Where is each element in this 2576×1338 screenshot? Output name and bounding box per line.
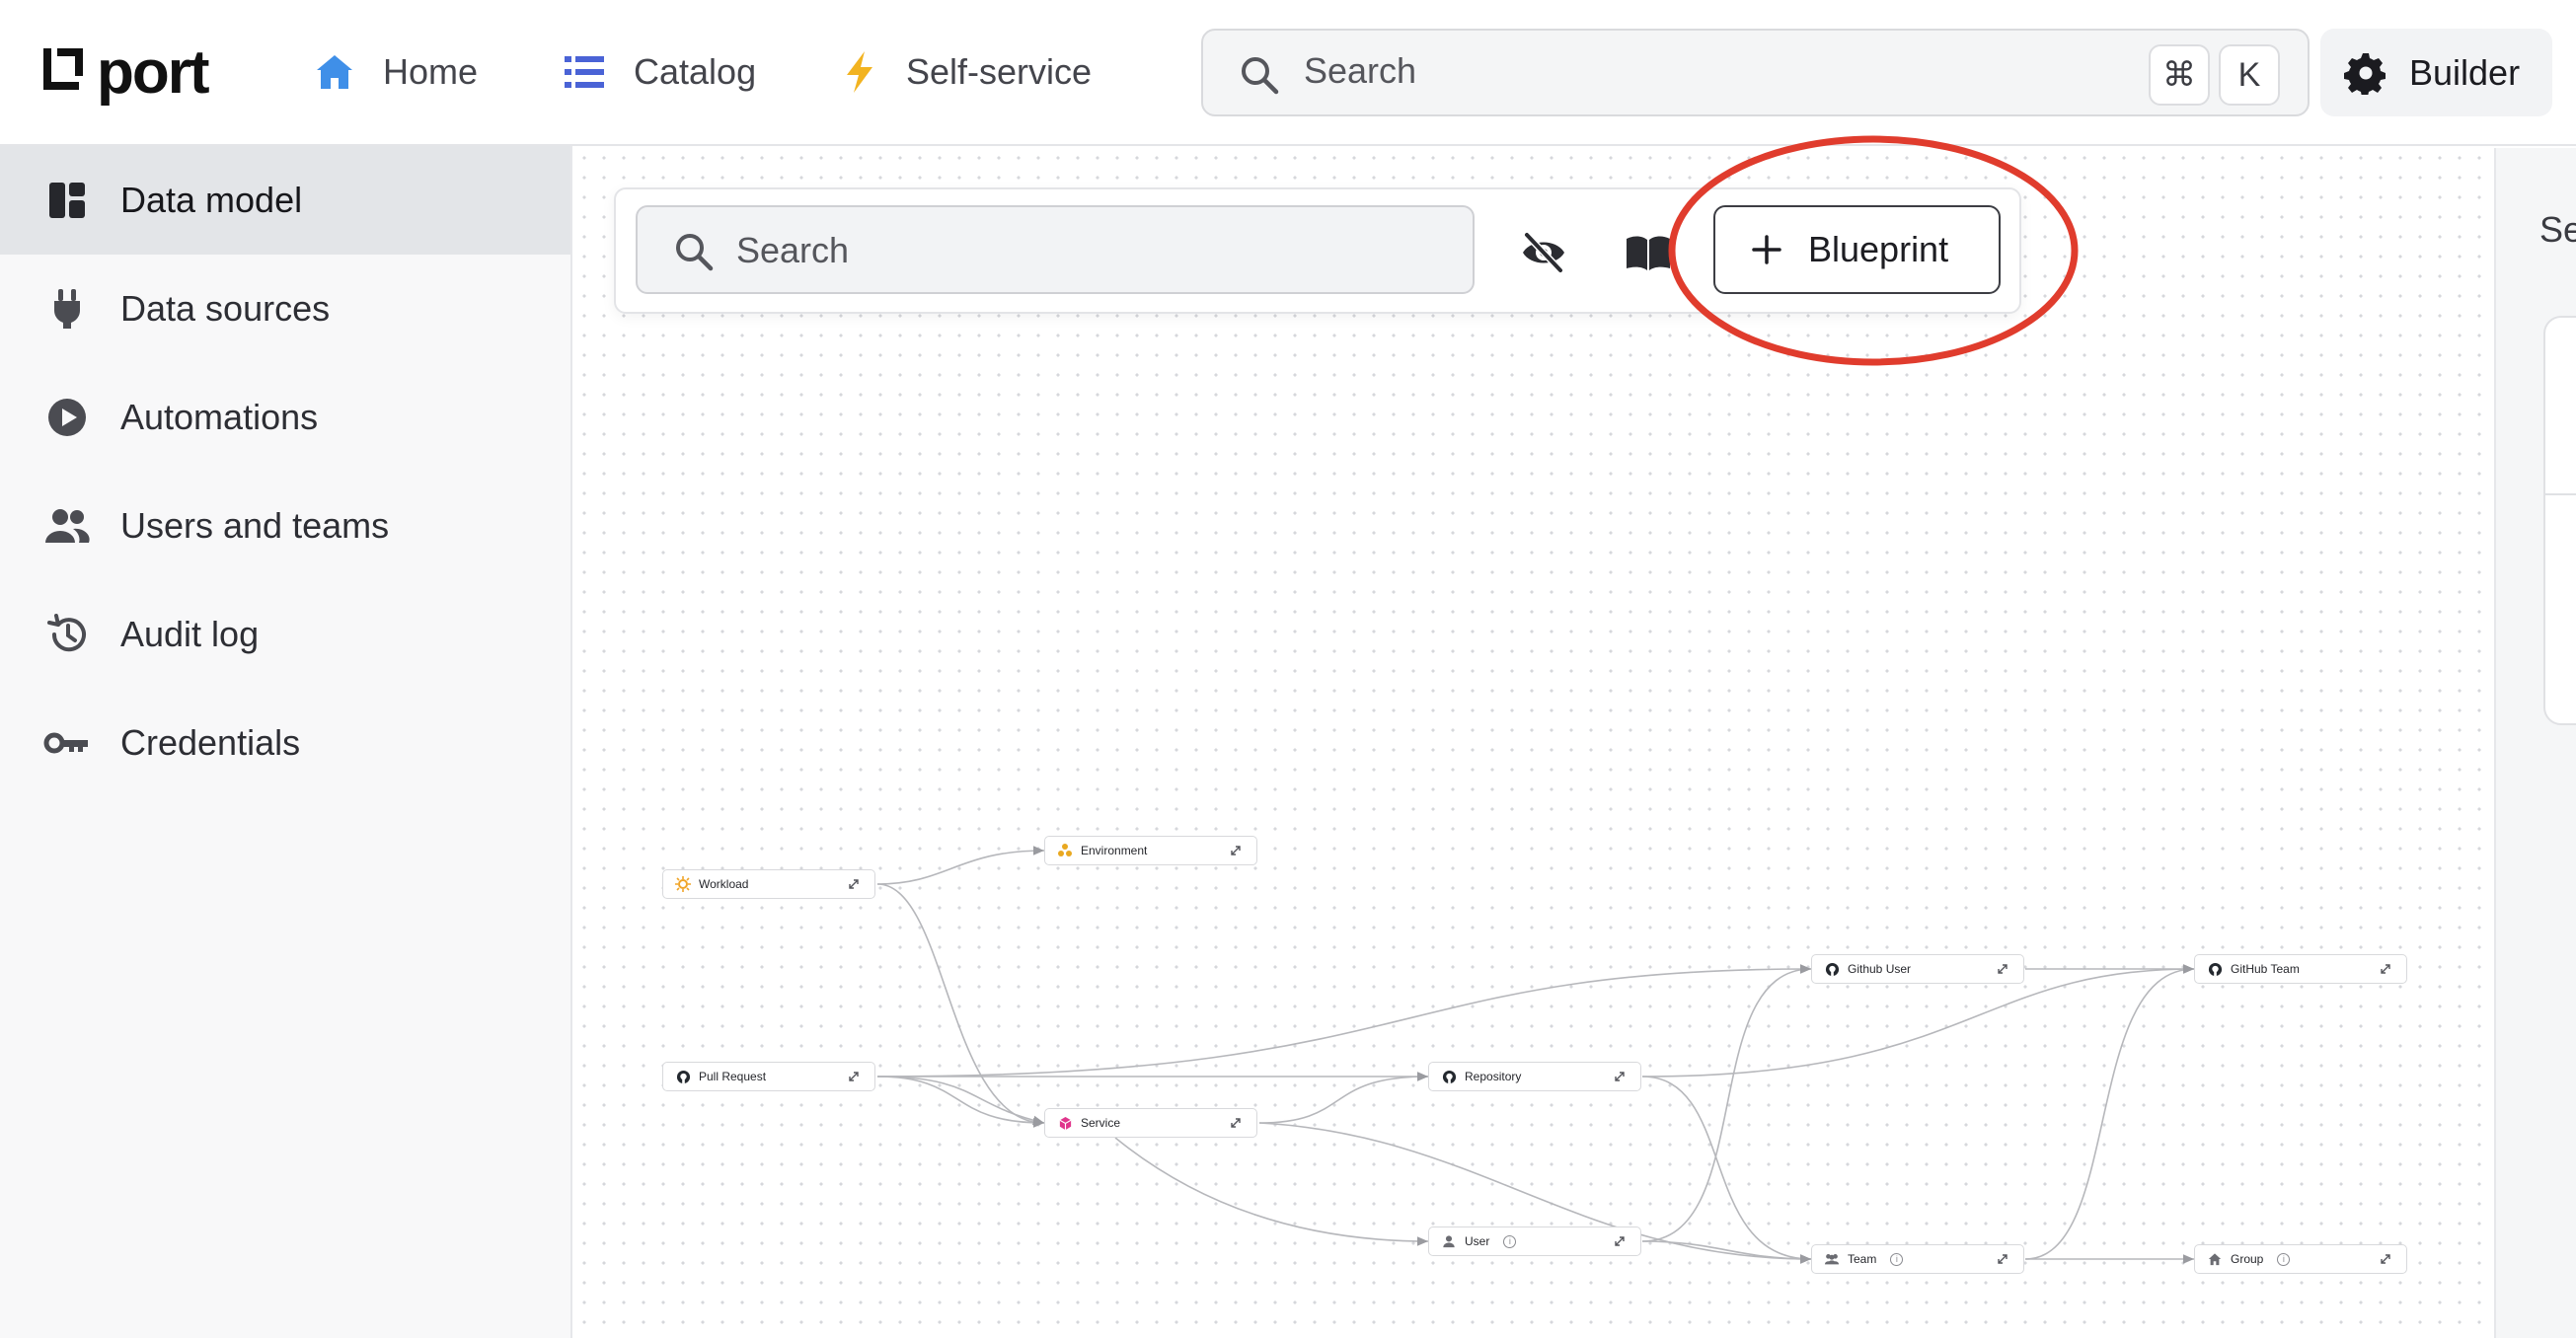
global-search-input[interactable]: Search ⌘ K [1201,29,2310,116]
blueprint-node-github-team[interactable]: GitHub Team [2194,954,2407,984]
node-label: Service [1081,1116,1121,1130]
global-search-placeholder: Search [1304,50,1417,91]
node-label: GitHub Team [2231,962,2300,976]
sidebar-item-automations[interactable]: Automations [0,363,570,472]
port-logo-icon [43,48,83,90]
sidebar-item-label: Audit log [120,614,260,654]
node-label: User [1465,1234,1490,1248]
sidebar-item-label: Users and teams [120,505,390,546]
plug-icon [43,285,91,333]
search-icon [676,234,714,271]
plus-icon [1752,235,1781,264]
node-label: Pull Request [699,1070,767,1083]
people-icon [43,502,91,550]
github-icon [1824,961,1840,977]
eye-off-icon [1523,232,1564,273]
lightning-icon [847,51,872,93]
nav-catalog-label: Catalog [634,51,757,92]
sidebar-item-label: Data sources [120,288,331,329]
right-panel-card [2543,316,2576,725]
blueprint-node-group[interactable]: Group i [2194,1244,2407,1274]
sidebar-item-audit-log[interactable]: Audit log [0,580,570,689]
sidebar-item-users-and-teams[interactable]: Users and teams [0,472,570,580]
add-blueprint-button[interactable]: Blueprint [1713,205,2001,294]
expand-icon[interactable] [1613,1070,1627,1083]
github-icon [675,1069,691,1084]
nav-home-label: Home [383,51,479,92]
people-icon [1824,1251,1840,1267]
key-icon [43,719,91,767]
github-icon [1441,1069,1457,1084]
cube-icon [1057,1115,1073,1131]
blueprint-node-repository[interactable]: Repository [1428,1062,1641,1091]
home-icon [317,55,352,89]
right-panel-peek-text: Se [2539,209,2576,250]
search-icon [1242,57,1279,95]
command-key-badge: ⌘ [2149,44,2210,106]
canvas-search-input[interactable]: Search [636,205,1475,294]
canvas-search-placeholder: Search [736,230,850,270]
data-model-canvas[interactable] [574,148,2494,1338]
builder-button[interactable]: Builder [2320,29,2552,116]
expand-icon[interactable] [2379,962,2392,976]
right-panel-card-divider [2545,493,2576,495]
node-label: Github User [1848,962,1912,976]
blueprint-node-user[interactable]: User i [1428,1226,1641,1256]
node-label: Repository [1465,1070,1522,1083]
info-icon[interactable]: i [1890,1252,1904,1266]
blueprint-node-github-user[interactable]: Github User [1811,954,2024,984]
sidebar: Data model Data sources Automations User… [0,146,572,1338]
sidebar-item-label: Data model [120,180,303,220]
top-bar: port Home Catalog Self-service Search ⌘ … [0,0,2576,146]
play-circle-icon [43,394,91,441]
environment-icon [1057,843,1073,858]
history-icon [43,611,91,658]
expand-icon[interactable] [1996,962,2009,976]
node-label: Environment [1081,844,1148,857]
home-icon [2207,1251,2223,1267]
toggle-visibility-button[interactable] [1516,225,1571,280]
workload-icon [675,876,691,892]
expand-icon[interactable] [2379,1252,2392,1266]
nav-catalog[interactable]: Catalog [563,39,756,105]
expand-icon[interactable] [1613,1234,1627,1248]
blueprint-node-workload[interactable]: Workload [662,869,875,899]
expand-icon[interactable] [847,877,861,891]
add-blueprint-label: Blueprint [1808,229,1949,269]
canvas-toolbar: Search Blueprint [614,187,2021,314]
sidebar-item-label: Credentials [120,722,301,763]
nav-self-service[interactable]: Self-service [841,39,1092,105]
blueprint-node-service[interactable]: Service [1044,1108,1257,1138]
gear-icon [2344,52,2386,95]
sidebar-item-label: Automations [120,397,319,437]
info-icon[interactable]: i [1503,1234,1517,1248]
nav-home[interactable]: Home [314,39,478,105]
sidebar-item-data-sources[interactable]: Data sources [0,255,570,363]
expand-icon[interactable] [847,1070,861,1083]
node-label: Group [2231,1252,2264,1266]
port-logo-text: port [97,37,210,107]
blueprint-node-pull-request[interactable]: Pull Request [662,1062,875,1091]
port-logo[interactable]: port [39,37,210,107]
right-panel: Se [2494,148,2576,1338]
expand-icon[interactable] [1229,1116,1243,1130]
expand-icon[interactable] [1229,844,1243,857]
book-open-icon [1627,236,1670,270]
list-icon [565,56,604,88]
docs-button[interactable] [1621,225,1676,280]
sidebar-item-data-model[interactable]: Data model [0,146,570,255]
sidebar-item-credentials[interactable]: Credentials [0,689,570,797]
github-icon [2207,961,2223,977]
user-icon [1441,1233,1457,1249]
node-label: Team [1848,1252,1877,1266]
node-label: Workload [699,877,749,891]
blueprint-node-environment[interactable]: Environment [1044,836,1257,865]
info-icon[interactable]: i [2277,1252,2291,1266]
expand-icon[interactable] [1996,1252,2009,1266]
builder-label: Builder [2409,51,2521,93]
blueprint-node-team[interactable]: Team i [1811,1244,2024,1274]
k-key-badge: K [2219,44,2280,106]
nav-self-service-label: Self-service [906,51,1093,92]
dashboard-icon [43,177,91,224]
